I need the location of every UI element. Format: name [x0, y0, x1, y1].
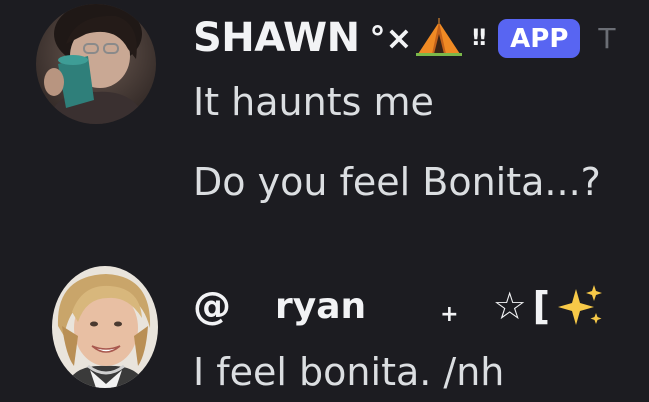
username-symbols: °× [369, 19, 413, 57]
avatar-ryan[interactable] [52, 266, 158, 388]
star-icon: ☆ [492, 284, 527, 328]
app-badge: APP [498, 18, 581, 58]
at-prefix: @ [193, 284, 231, 328]
username-shawn[interactable]: SHAWN [193, 15, 360, 61]
bracket-decoration: [ [532, 284, 551, 328]
message-text: Do you feel Bonita...? [193, 160, 601, 204]
sparkles-icon [554, 283, 604, 329]
avatar-shawn[interactable] [36, 4, 156, 124]
plus-decoration: + [440, 301, 459, 327]
message-text: It haunts me [193, 80, 434, 124]
double-exclamation: ‼ [472, 25, 487, 51]
message-header-shawn: SHAWN °× ‼ APP T [193, 8, 616, 68]
username-ryan[interactable]: ryan [275, 286, 366, 327]
timestamp: T [598, 21, 616, 55]
message-header-ryan: @ ryan + ☆ [ [193, 278, 604, 334]
tent-icon [416, 18, 463, 58]
message-text: I feel bonita. /nh [193, 350, 505, 394]
